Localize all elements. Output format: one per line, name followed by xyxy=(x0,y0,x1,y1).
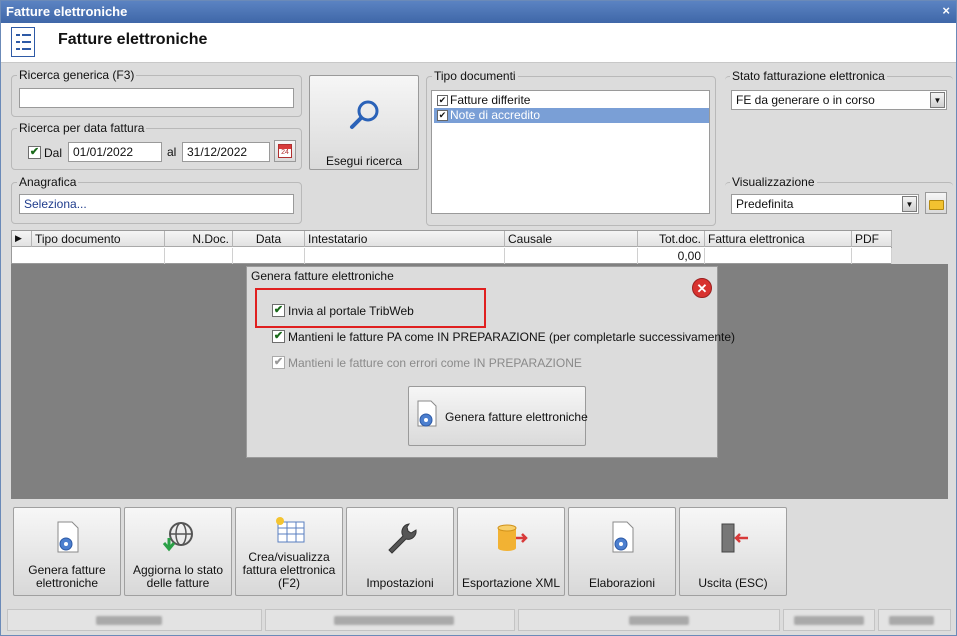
folder-button[interactable] xyxy=(925,192,947,214)
grid-cell[interactable] xyxy=(852,248,892,264)
database-export-icon xyxy=(497,524,528,551)
dal-checkbox[interactable]: ✔ xyxy=(28,146,41,159)
doc-type-checkbox[interactable]: ✔ xyxy=(437,110,448,121)
header: Fatture elettroniche xyxy=(1,23,956,63)
search-button-label: Esegui ricerca xyxy=(325,154,403,168)
date-search-legend: Ricerca per data fattura xyxy=(17,121,147,135)
keep-pa-checkbox[interactable]: ✔ xyxy=(272,330,285,343)
keep-errors-label: Mantieni le fatture con errori come IN P… xyxy=(288,356,582,370)
search-button[interactable]: Esegui ricerca xyxy=(309,75,419,170)
col-data[interactable]: Data xyxy=(233,231,305,247)
col-tot-doc[interactable]: Tot.doc. xyxy=(638,231,705,247)
toolbar-exit-button[interactable]: Uscita (ESC) xyxy=(679,507,787,596)
document-gear-icon xyxy=(417,400,437,427)
generate-button-label: Genera fatture elettroniche xyxy=(445,410,588,424)
doc-types-list: ✔ Fatture differite ✔ Note di accredito xyxy=(431,90,710,214)
status-segment xyxy=(265,609,515,631)
toolbar-label: Aggiorna lo stato delle fatture xyxy=(132,563,224,590)
toolbar-label: Genera fatture elettroniche xyxy=(28,563,106,590)
highlight-box xyxy=(255,288,486,328)
window-close-icon[interactable]: × xyxy=(942,3,950,18)
chevron-down-icon[interactable]: ▼ xyxy=(930,92,945,108)
chevron-down-icon[interactable]: ▼ xyxy=(902,196,917,212)
col-pdf[interactable]: PDF xyxy=(852,231,892,247)
toolbar-settings-button[interactable]: Impostazioni xyxy=(346,507,454,596)
toolbar-xml-export-button[interactable]: Esportazione XML xyxy=(457,507,565,596)
anagrafica-select[interactable]: Seleziona... xyxy=(19,194,294,214)
generate-button[interactable]: Genera fatture elettroniche xyxy=(408,386,588,446)
doc-type-checkbox[interactable]: ✔ xyxy=(437,95,448,106)
grid-cell[interactable] xyxy=(32,248,165,264)
visualizzazione-legend: Visualizzazione xyxy=(730,175,817,189)
col-intestatario[interactable]: Intestatario xyxy=(305,231,505,247)
toolbar-label: Impostazioni xyxy=(366,576,434,590)
grid-cell[interactable] xyxy=(305,248,505,264)
folder-icon xyxy=(929,200,944,210)
doc-types-legend: Tipo documenti xyxy=(432,69,518,83)
col-tipo-documento[interactable]: Tipo documento xyxy=(32,231,165,247)
dialog-legend: Genera fatture elettroniche xyxy=(251,269,394,283)
col-causale[interactable]: Causale xyxy=(505,231,638,247)
toolbar-label: Crea/visualizza fattura elettronica (F2) xyxy=(242,550,336,590)
grid-header: ▶ Tipo documento N.Doc. Data Intestatari… xyxy=(12,231,892,247)
anagrafica-legend: Anagrafica xyxy=(17,175,79,189)
status-segment xyxy=(7,609,262,631)
stato-select[interactable]: FE da generare o in corso ▼ xyxy=(731,90,947,110)
title-bar: Fatture elettroniche × xyxy=(1,1,956,23)
grid-cell[interactable] xyxy=(705,248,852,264)
stato-value: FE da generare o in corso xyxy=(736,93,875,107)
visualizzazione-select[interactable]: Predefinita ▼ xyxy=(731,194,919,214)
toolbar-processing-button[interactable]: Elaborazioni xyxy=(568,507,676,596)
toolbar-label: Esportazione XML xyxy=(461,576,561,590)
table-sun-icon xyxy=(276,517,305,543)
date-to-input[interactable]: 31/12/2022 xyxy=(182,142,270,162)
col-fattura-elettronica[interactable]: Fattura elettronica xyxy=(705,231,852,247)
visualizzazione-value: Predefinita xyxy=(736,197,794,211)
status-segment xyxy=(518,609,780,631)
al-label: al xyxy=(167,145,177,159)
magnifier-icon xyxy=(350,100,379,129)
doc-type-item-note-di-accredito[interactable]: ✔ Note di accredito xyxy=(434,108,709,123)
toolbar-create-view-button[interactable]: Crea/visualizza fattura elettronica (F2) xyxy=(235,507,343,596)
toolbar-generate-button[interactable]: Genera fatture elettroniche xyxy=(13,507,121,596)
doc-type-item-fatture-differite[interactable]: ✔ Fatture differite xyxy=(434,93,709,108)
generic-search-legend: Ricerca generica (F3) xyxy=(17,68,137,82)
documents-grid: ▶ Tipo documento N.Doc. Data Intestatari… xyxy=(11,230,892,264)
grid-cell[interactable] xyxy=(233,248,305,264)
toolbar-update-status-button[interactable]: Aggiorna lo stato delle fatture xyxy=(124,507,232,596)
col-n-doc[interactable]: N.Doc. xyxy=(165,231,233,247)
document-gear-icon xyxy=(612,521,634,553)
grid-cell[interactable] xyxy=(505,248,638,264)
toolbar-label: Elaborazioni xyxy=(588,576,656,590)
doc-type-label: Note di accredito xyxy=(450,108,541,122)
main-window: Fatture elettroniche × Fatture elettroni… xyxy=(0,0,957,636)
keep-errors-checkbox[interactable]: ✔ xyxy=(272,356,285,369)
dal-label: Dal xyxy=(44,146,63,160)
doc-type-label: Fatture differite xyxy=(450,93,531,107)
date-from-input[interactable]: 01/01/2022 xyxy=(68,142,162,162)
keep-pa-label: Mantieni le fatture PA come IN PREPARAZI… xyxy=(288,330,736,344)
list-document-icon xyxy=(11,27,35,57)
globe-download-icon xyxy=(162,522,193,552)
grid-total-cell[interactable]: 0,00 xyxy=(638,248,705,264)
toolbar-label: Uscita (ESC) xyxy=(698,576,768,590)
grid-cell[interactable] xyxy=(165,248,233,264)
status-segment xyxy=(783,609,875,631)
generic-search-input[interactable] xyxy=(19,88,294,108)
page-title: Fatture elettroniche xyxy=(58,31,208,48)
close-icon[interactable]: ✕ xyxy=(692,278,712,298)
exit-door-icon xyxy=(721,523,748,553)
document-gear-icon xyxy=(57,521,79,553)
status-segment xyxy=(878,609,951,631)
window-title: Fatture elettroniche xyxy=(6,4,128,19)
row-marker-icon: ▶ xyxy=(12,231,32,247)
calendar-icon[interactable]: 24 xyxy=(274,140,296,162)
stato-legend: Stato fatturazione elettronica xyxy=(730,69,887,83)
wrench-icon xyxy=(388,523,417,554)
